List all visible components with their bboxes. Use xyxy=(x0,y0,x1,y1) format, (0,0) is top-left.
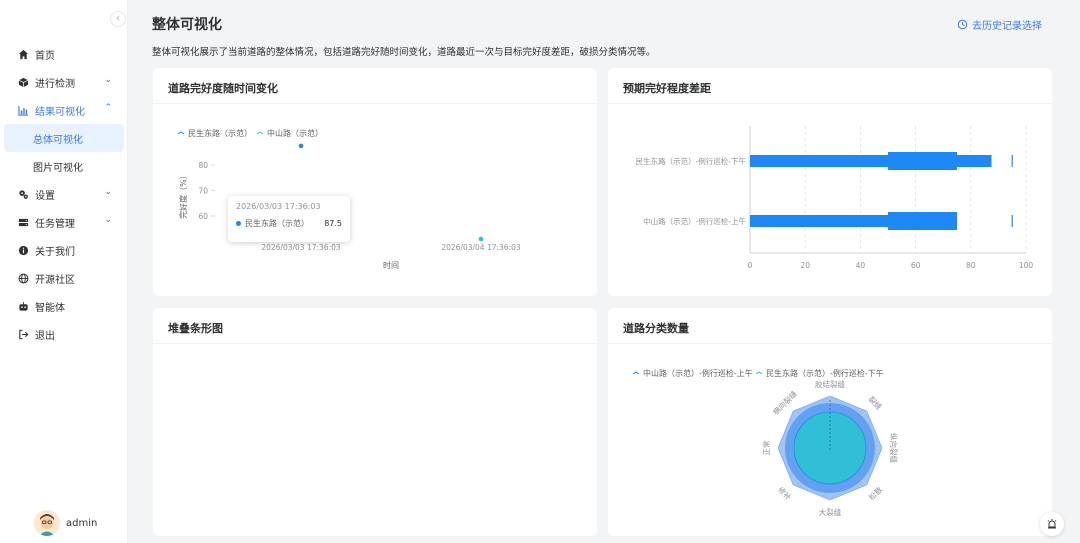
radar-indicator-label: 胶结裂缝 xyxy=(815,379,845,389)
tooltip-dot xyxy=(236,221,241,226)
legend-symbol xyxy=(632,371,640,375)
x-tick-label: 80 xyxy=(966,261,976,270)
stacked-bar-card: 堆叠条形图 xyxy=(153,308,597,536)
sidebar-item-label: 关于我们 xyxy=(35,246,75,258)
chevron-down-icon: ⌄ xyxy=(104,215,112,225)
sidebar-item-settings[interactable]: 设置 ⌄ xyxy=(0,180,128,208)
history-record-link[interactable]: 去历史记录选择 xyxy=(957,17,1042,32)
x-tick-label: 100 xyxy=(1019,261,1034,270)
card-title: 堆叠条形图 xyxy=(168,322,223,335)
legend-symbol xyxy=(755,371,763,375)
robot-icon xyxy=(17,300,29,312)
sidebar-item-label: 进行检测 xyxy=(35,78,75,90)
x-tick-label: 60 xyxy=(911,261,921,270)
home-icon xyxy=(17,48,29,60)
sidebar-item-visualization[interactable]: 结果可视化 ⌃ xyxy=(0,96,128,124)
logout-icon xyxy=(17,328,29,340)
sidebar-menu: 首页 进行检测 ⌄ 结果可视化 ⌃ 总体可视化 图片可视化 设置 ⌄ 任务管理 … xyxy=(0,40,128,348)
sidebar-item-about[interactable]: 关于我们 xyxy=(0,236,128,264)
radar-indicator-label: 纵向裂缝 xyxy=(889,433,899,463)
sidebar-item-home[interactable]: 首页 xyxy=(0,40,128,68)
y-axis-label: 完好度（%） xyxy=(178,171,188,219)
sidebar-item-label: 结果可视化 xyxy=(35,106,85,118)
submenu-item-overall[interactable]: 总体可视化 xyxy=(4,124,124,152)
alarm-icon xyxy=(1047,519,1057,529)
sidebar-item-label: 退出 xyxy=(35,330,55,342)
x-tick-label: 2026/03/04 17:36:03 xyxy=(441,243,521,252)
globe-icon xyxy=(17,272,29,284)
legend-symbol xyxy=(256,131,264,135)
gap-bar-chart: 0 20 40 60 80 100 民生东路（示范）-例行巡检-下午中山路（示范）-例行巡检… xyxy=(636,126,1034,270)
radar-indicator-label: 修补 xyxy=(776,484,794,502)
sidebar-item-detect[interactable]: 进行检测 ⌄ xyxy=(0,68,128,96)
y-tick-label: 60 xyxy=(198,212,208,221)
chevron-down-icon: ⌄ xyxy=(104,75,112,85)
bar-band xyxy=(888,212,957,230)
card-divider xyxy=(153,343,597,344)
page-title: 整体可视化 xyxy=(152,17,222,33)
legend-label: 民生东路（示范） xyxy=(188,128,252,138)
sidebar-item-agent[interactable]: 智能体 xyxy=(0,292,128,320)
x-tick-label: 0 xyxy=(748,261,753,270)
tooltip-series: 民生东路（示范） xyxy=(245,219,309,228)
sidebar-item-logout[interactable]: 退出 xyxy=(0,320,128,348)
radar-indicator-label: 裂缝 xyxy=(866,394,884,412)
sidebar-collapse-button[interactable]: ‹ xyxy=(110,11,126,27)
history-link-label: 去历史记录选择 xyxy=(972,21,1042,32)
category-label: 中山路（示范）-例行巡检-上午 xyxy=(643,216,746,226)
y-tick-label: 70 xyxy=(198,187,208,196)
alarm-float-button[interactable] xyxy=(1040,512,1064,536)
legend-label: 民生东路（示范）-例行巡检-下午 xyxy=(766,368,884,378)
gear-icon xyxy=(17,188,29,200)
sidebar-item-label: 智能体 xyxy=(35,302,65,314)
info-icon xyxy=(17,244,29,256)
main-content: 整体可视化 去历史记录选择 整体可视化展示了当前道路的整体情况，包括道路完好随时… xyxy=(128,0,1080,543)
history-icon xyxy=(957,19,968,30)
chevron-down-icon: ⌄ xyxy=(104,187,112,197)
sidebar-item-label: 任务管理 xyxy=(35,218,75,230)
legend-label: 中山路（示范）-例行巡检-上午 xyxy=(643,368,753,378)
sidebar-item-label: 开源社区 xyxy=(35,274,75,286)
user-profile[interactable]: admin xyxy=(34,510,97,536)
radar-chart: 中山路（示范）-例行巡检-上午 民生东路（示范）-例行巡检-下午胶结裂缝裂缝纵向裂… xyxy=(632,368,899,517)
radar-indicator-label: 大裂缝 xyxy=(819,507,842,517)
x-axis-label: 时间 xyxy=(383,260,399,270)
sidebar: ‹ 首页 进行检测 ⌄ 结果可视化 ⌃ 总体可视化 图片可视化 设置 ⌄ 任务管… xyxy=(0,0,128,543)
x-tick-label: 20 xyxy=(800,261,810,270)
avatar[interactable] xyxy=(34,510,60,536)
x-tick-label: 40 xyxy=(856,261,866,270)
sidebar-item-label: 首页 xyxy=(35,50,55,62)
user-name: admin xyxy=(66,517,98,529)
scatter-chart: 民生东路（示范） 中山路（示范） 60 70 80 完好度（%） 2026/03/03 17… xyxy=(177,128,521,270)
tooltip-value: 87.5 xyxy=(324,219,342,228)
cube-icon xyxy=(17,76,29,88)
road-health-time-card: 道路完好度随时间变化 民生东路（示范） 中山路（示范） 60 70 80 完好度（%） 20… xyxy=(153,68,597,296)
category-label: 民生东路（示范）-例行巡检-下午 xyxy=(636,156,747,166)
data-point xyxy=(478,236,484,242)
y-tick-label: 80 xyxy=(198,161,208,170)
data-point xyxy=(298,143,304,149)
sidebar-item-community[interactable]: 开源社区 xyxy=(0,264,128,292)
radar-indicator-label: 松散 xyxy=(866,484,884,502)
tooltip-time: 2026/03/03 17:36:03 xyxy=(236,202,321,211)
legend-label: 中山路（示范） xyxy=(267,128,323,138)
legend-symbol xyxy=(177,131,185,135)
sidebar-item-label: 设置 xyxy=(35,190,55,202)
expected-gap-card: 预期完好程度差距 0 20 40 60 80 100 民生东路（示范）-例行巡检-下午 中山路… xyxy=(608,68,1052,296)
bar-band xyxy=(888,152,957,170)
chevron-up-icon: ⌃ xyxy=(104,103,112,113)
x-tick-label: 2026/03/03 17:36:03 xyxy=(261,243,341,252)
radar-indicator-label: 正常 xyxy=(762,441,771,456)
chart-icon xyxy=(17,104,29,116)
server-icon xyxy=(17,216,29,228)
submenu-item-image[interactable]: 图片可视化 xyxy=(0,152,128,180)
road-category-card: 道路分类数量 中山路（示范）-例行巡检-上午 民生东路（示范）-例行巡检-下午 胶结… xyxy=(608,308,1052,536)
tooltip-row: 民生东路（示范） 87.5 xyxy=(236,218,342,229)
chart-tooltip: 2026/03/03 17:36:03 民生东路（示范） 87.5 xyxy=(228,196,350,242)
page-description: 整体可视化展示了当前道路的整体情况，包括道路完好随时间变化，道路最近一次与目标完… xyxy=(152,47,656,58)
sidebar-item-tasks[interactable]: 任务管理 ⌄ xyxy=(0,208,128,236)
